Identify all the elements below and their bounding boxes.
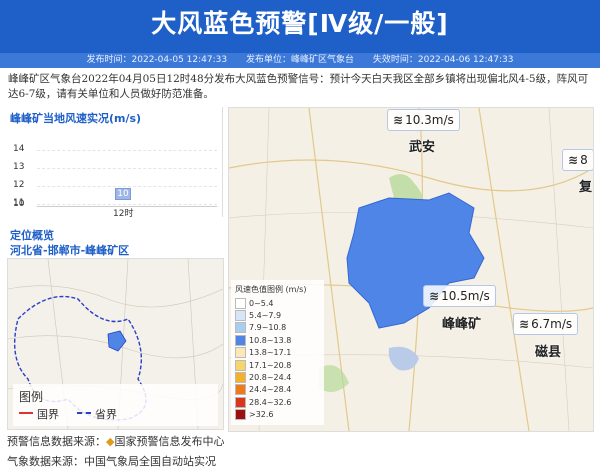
warning-notice: 峰峰矿区气象台2022年04月05日12时48分发布大风蓝色预警信号：预计今天白… [8, 73, 589, 100]
wind-icon: ≋ [568, 153, 579, 167]
wind-icon: ≋ [519, 317, 530, 331]
legend-title: 图例 [19, 390, 44, 404]
legend-swatch [235, 322, 246, 334]
grid-line [37, 204, 217, 205]
wind-legend-item: 20.8~24.4 [235, 371, 292, 383]
place-she: 复 [579, 180, 593, 195]
legend-label: 17.1~20.8 [249, 360, 292, 370]
legend-label: 5.4~7.9 [249, 310, 282, 320]
wind-legend-item: >32.6 [235, 409, 274, 421]
legend-label: 10.8~13.8 [249, 335, 292, 345]
wind-bar-label[interactable]: 10 [115, 188, 131, 200]
legend-swatch [235, 371, 246, 383]
wind-color-legend: 风速色值图例 (m/s) 0~5.4 5.4~7.9 7.9~10.8 10.8~13… [231, 280, 324, 425]
y-tick: 10 [13, 199, 25, 209]
wind-legend-title: 风速色值图例 (m/s) [235, 285, 307, 294]
y-tick: 12 [13, 180, 25, 190]
wind-legend-item: 17.1~20.8 [235, 359, 292, 371]
location-title: 定位概览 [10, 229, 54, 242]
country-line-icon [19, 412, 33, 414]
legend-swatch [235, 359, 246, 371]
footer-source2: 气象数据来源：中国气象局全国自动站实况 [7, 455, 216, 468]
legend-swatch [235, 334, 246, 346]
location-region: 河北省-邯郸市-峰峰矿区 [10, 244, 130, 257]
grid-line [37, 150, 217, 151]
publisher: 发布单位：峰峰矿区气象台 [245, 55, 354, 65]
footer-source1: 预警信息数据来源：◆国家预警信息发布中心 [7, 435, 225, 448]
warning-title: 大风蓝色预警[Ⅳ级/一般] [151, 9, 449, 38]
wind-legend-item: 5.4~7.9 [235, 309, 282, 321]
legend-label: 7.9~10.8 [249, 323, 287, 333]
x-label: 12时 [113, 209, 134, 219]
legend-label: 20.8~24.4 [249, 372, 292, 382]
station-wind-tag[interactable]: ≋ 6.7m/s [513, 313, 579, 335]
wind-legend-item: 10.8~13.8 [235, 334, 292, 346]
legend-swatch [235, 396, 246, 408]
wind-legend-item: 28.4~32.6 [235, 396, 292, 408]
grid-line [37, 186, 217, 187]
wind-icon: ≋ [393, 113, 404, 127]
legend-label: 0~5.4 [249, 298, 274, 308]
place-cixian: 磁县 [535, 345, 562, 360]
legend-label: 28.4~32.6 [249, 397, 292, 407]
province-line-icon [77, 412, 91, 414]
legend-swatch [235, 309, 246, 321]
wind-chart: 14 13 12 11 10 [7, 107, 223, 217]
legend-swatch [235, 297, 246, 309]
publish-time: 发布时间：2022-04-05 12:47:33 [86, 55, 228, 65]
location-legend: 图例 国界 省界 [13, 384, 218, 426]
wind-legend-item: 7.9~10.8 [235, 322, 287, 334]
wind-legend-item: 13.8~17.1 [235, 347, 292, 359]
legend-swatch [235, 347, 246, 359]
place-fengfeng: 峰峰矿 [442, 317, 482, 332]
wind-icon: ≋ [429, 289, 440, 303]
station-wind-tag[interactable]: ≋ 10.5m/s [423, 285, 496, 307]
header-bar: 大风蓝色预警[Ⅳ级/一般] [0, 0, 600, 53]
place-wuan: 武安 [409, 140, 436, 155]
station-wind-tag[interactable]: ≋ 8 [562, 149, 593, 171]
legend-country: 国界 [37, 408, 59, 421]
meta-bar: 发布时间：2022-04-05 12:47:33 发布单位：峰峰矿区气象台 失效… [0, 53, 600, 68]
source1-link[interactable]: 国家预警信息发布中心 [114, 435, 224, 448]
legend-swatch [235, 384, 246, 396]
wind-legend-item: 24.4~28.4 [235, 384, 292, 396]
legend-label: 24.4~28.4 [249, 385, 292, 395]
legend-swatch [235, 409, 246, 421]
y-tick: 14 [13, 144, 25, 154]
legend-label: >32.6 [249, 410, 274, 420]
station-wind-tag[interactable]: ≋ 10.3m/s [387, 109, 460, 131]
y-tick: 13 [13, 162, 25, 172]
legend-label: 13.8~17.1 [249, 348, 292, 358]
grid-line [37, 168, 217, 169]
wind-legend-item: 0~5.4 [235, 297, 274, 309]
expire-time: 失效时间：2022-04-06 12:47:33 [372, 55, 514, 65]
legend-province: 省界 [95, 408, 117, 421]
